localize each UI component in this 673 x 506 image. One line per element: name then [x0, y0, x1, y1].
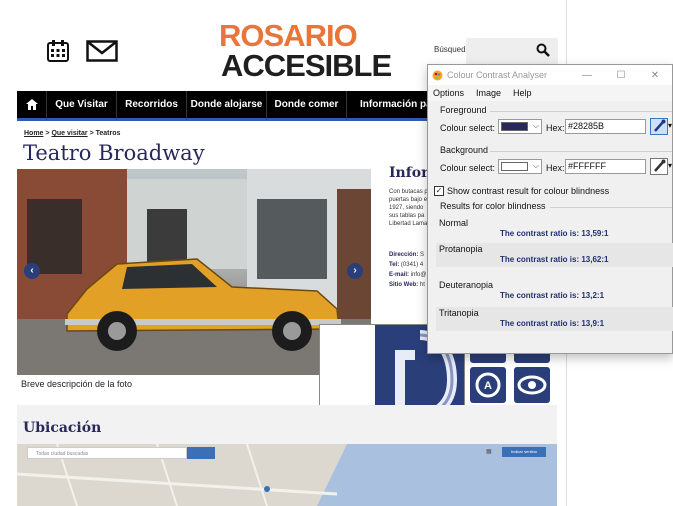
result-name: Tritanopia	[439, 308, 479, 318]
nav-home[interactable]	[17, 91, 47, 121]
background-group-label: Background	[440, 145, 489, 155]
cca-title: Colour Contrast Analyser	[447, 70, 548, 80]
eyedropper-icon	[654, 159, 666, 172]
site-logo[interactable]: ROSARIO ACCESIBLE	[219, 18, 392, 83]
map-direction-button[interactable]: Indicar sentido	[502, 447, 546, 457]
menu-help[interactable]: Help	[513, 88, 532, 98]
search-label: Búsqueda	[434, 45, 471, 54]
info-line: puertas bajo e	[389, 197, 428, 203]
background-picker-dropdown[interactable]: ▾	[668, 161, 672, 170]
chevron-down-icon: ⌵	[532, 161, 539, 170]
search-input[interactable]	[466, 38, 558, 64]
mail-icon[interactable]	[86, 40, 118, 62]
visual-access-icon	[514, 367, 550, 403]
foreground-colour-select[interactable]: ⌵	[498, 119, 542, 134]
info-contact: Dirección: S Tel: (0341) 4 E-mail: info@…	[389, 250, 426, 290]
theater-photo	[17, 169, 371, 375]
carousel-prev-button[interactable]: ‹	[24, 263, 40, 279]
result-ratio: The contrast ratio is: 13,59:1	[500, 229, 609, 238]
menu-options[interactable]: Options	[433, 88, 464, 98]
cca-window: Colour Contrast Analyser — ☐ ✕ Options I…	[427, 64, 673, 354]
nav-recorridos[interactable]: Recorridos	[117, 91, 187, 121]
foreground-swatch	[501, 122, 528, 131]
background-hex-input[interactable]: #FFFFFF	[565, 159, 646, 174]
chevron-down-icon: ⌵	[532, 121, 539, 130]
blindness-checkbox-label: Show contrast result for colour blindnes…	[447, 186, 610, 196]
breadcrumb-current: Teatros	[95, 130, 121, 137]
photo-caption: Breve descripción de la foto	[21, 379, 133, 389]
background-colour-select-label: Colour select:	[440, 163, 496, 173]
breadcrumb-home[interactable]: Home	[24, 130, 43, 137]
background-colour-select[interactable]: ⌵	[498, 159, 542, 174]
maximize-button[interactable]: ☐	[604, 70, 638, 81]
svg-text:A: A	[484, 380, 492, 392]
eyedropper-icon	[654, 119, 666, 132]
nav-donde-comer[interactable]: Donde comer	[267, 91, 347, 121]
direccion-value: S	[420, 252, 425, 258]
nav-donde-alojarse[interactable]: Donde alojarse	[187, 91, 267, 121]
result-row-deuteranopia: Deuteranopia The contrast ratio is: 13,2…	[436, 279, 673, 303]
top-icons	[46, 39, 118, 63]
web-value[interactable]: ht	[420, 282, 425, 288]
carousel-next-button[interactable]: ›	[347, 263, 363, 279]
cca-menubar: Options Image Help	[428, 85, 672, 101]
foreground-hex-input[interactable]: #28285B	[565, 119, 646, 134]
close-button[interactable]: ✕	[638, 70, 672, 81]
foreground-picker-dropdown[interactable]: ▾	[668, 121, 672, 130]
background-divider	[490, 151, 672, 152]
blindness-checkbox[interactable]: ✓	[434, 186, 444, 196]
background-picker-button[interactable]	[650, 158, 668, 175]
tel-label: Tel:	[389, 262, 400, 268]
result-name: Deuteranopia	[439, 280, 494, 290]
audio-guide-icon: A	[470, 367, 506, 403]
tel-value: (0341) 4	[400, 262, 424, 268]
nav-que-visitar[interactable]: Que Visitar	[47, 91, 117, 121]
photo-car-illustration	[17, 169, 371, 375]
result-name: Normal	[439, 218, 469, 228]
result-ratio: The contrast ratio is: 13,62:1	[500, 255, 609, 264]
info-line: 1927, siendo	[389, 205, 424, 211]
menu-image[interactable]: Image	[476, 88, 501, 98]
home-icon	[25, 99, 38, 110]
info-line: Libertad Lama	[389, 221, 428, 227]
result-row-normal: Normal The contrast ratio is: 13,59:1	[436, 217, 673, 241]
foreground-group-label: Foreground	[440, 105, 487, 115]
map-search-input[interactable]: Todas ciudad buscadas	[27, 447, 187, 459]
foreground-hex-label: Hex:	[546, 123, 565, 133]
result-ratio: The contrast ratio is: 13,9:1	[500, 319, 605, 328]
cca-app-icon	[432, 70, 443, 80]
breadcrumb: Home > Que visitar > Teatros	[24, 130, 120, 137]
result-row-tritanopia: Tritanopia The contrast ratio is: 13,9:1	[436, 307, 673, 331]
email-value[interactable]: info@	[411, 272, 427, 278]
info-line: sus tablas pa	[389, 213, 425, 219]
cca-titlebar[interactable]: Colour Contrast Analyser — ☐ ✕	[428, 65, 672, 85]
email-label: E-mail:	[389, 272, 410, 278]
direccion-label: Dirección:	[389, 252, 419, 258]
map-grid-icon[interactable]: ▦	[486, 448, 492, 455]
results-divider	[550, 207, 672, 208]
calendar-icon[interactable]	[46, 39, 70, 63]
foreground-divider	[490, 111, 672, 112]
breadcrumb-separator: >	[87, 130, 96, 137]
web-label: Sitio Web:	[389, 282, 419, 288]
info-description: Con butacas p puertas bajo e 1927, siend…	[389, 188, 429, 228]
result-ratio: The contrast ratio is: 13,2:1	[500, 291, 605, 300]
map-search-button[interactable]	[187, 447, 215, 459]
ubicacion-title: Ubicación	[23, 420, 102, 436]
logo-line-2: ACCESIBLE	[221, 48, 392, 83]
foreground-colour-select-label: Colour select:	[440, 123, 496, 133]
result-name: Protanopia	[439, 244, 483, 254]
breadcrumb-que-visitar[interactable]: Que visitar	[51, 130, 87, 137]
minimize-button[interactable]: —	[570, 70, 604, 81]
results-label: Results for color blindness	[440, 201, 546, 211]
background-hex-label: Hex:	[546, 163, 565, 173]
info-line: Con butacas p	[389, 189, 428, 195]
foreground-picker-button[interactable]	[650, 118, 668, 135]
background-swatch	[501, 162, 528, 171]
result-row-protanopia: Protanopia The contrast ratio is: 13,62:…	[436, 243, 673, 267]
search-icon[interactable]	[536, 43, 550, 57]
page-title: Teatro Broadway	[23, 141, 205, 165]
